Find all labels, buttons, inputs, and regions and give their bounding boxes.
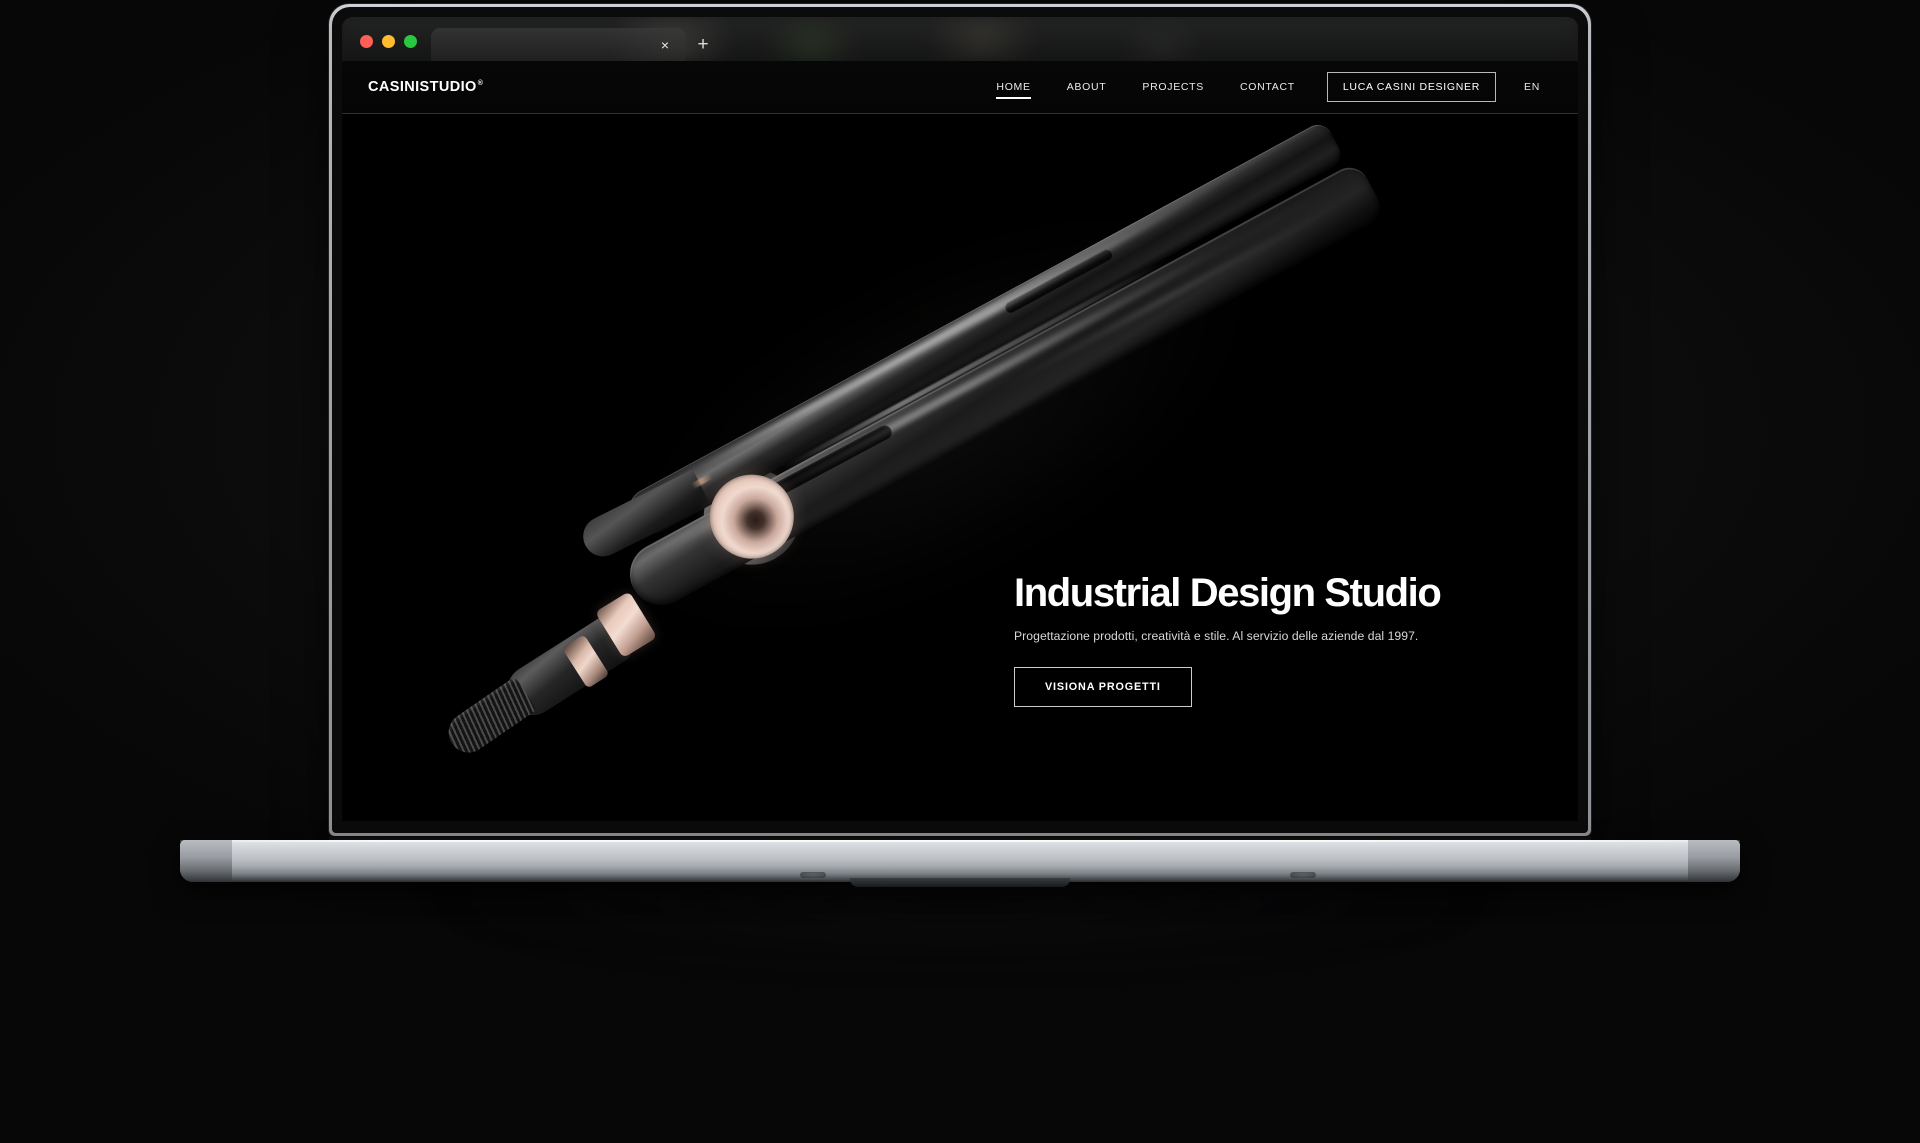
scene: × + CASINISTUDIO ® HOME ABOUT PROJECTS C… bbox=[0, 0, 1920, 1143]
new-tab-icon[interactable]: + bbox=[686, 28, 720, 61]
site-logo-text: CASINISTUDIO bbox=[368, 79, 477, 95]
minimize-window-icon[interactable] bbox=[382, 35, 395, 48]
designer-cta-button[interactable]: LUCA CASINI DESIGNER bbox=[1326, 72, 1496, 102]
language-selector[interactable]: EN bbox=[1512, 81, 1554, 93]
view-projects-button[interactable]: VISIONA PROGETTI bbox=[1014, 666, 1192, 707]
laptop-bezel: × + CASINISTUDIO ® HOME ABOUT PROJECTS C… bbox=[332, 7, 1588, 833]
background-vignette bbox=[342, 61, 1578, 821]
laptop-front-lip bbox=[850, 878, 1070, 887]
nav-link-projects[interactable]: PROJECTS bbox=[1124, 81, 1222, 93]
registered-trademark-icon: ® bbox=[477, 80, 484, 87]
laptop-device: × + CASINISTUDIO ® HOME ABOUT PROJECTS C… bbox=[110, 0, 1810, 900]
laptop-base-right-end bbox=[1688, 840, 1740, 882]
site-navbar: CASINISTUDIO ® HOME ABOUT PROJECTS CONTA… bbox=[342, 61, 1578, 114]
laptop-lid: × + CASINISTUDIO ® HOME ABOUT PROJECTS C… bbox=[329, 4, 1591, 836]
close-tab-icon[interactable]: × bbox=[656, 36, 674, 54]
nav-link-contact[interactable]: CONTACT bbox=[1222, 81, 1313, 93]
nav-link-about[interactable]: ABOUT bbox=[1049, 81, 1125, 93]
laptop-base-left-end bbox=[180, 840, 232, 882]
maximize-window-icon[interactable] bbox=[404, 35, 417, 48]
window-controls[interactable] bbox=[342, 35, 431, 61]
laptop-screen: × + CASINISTUDIO ® HOME ABOUT PROJECTS C… bbox=[342, 17, 1578, 821]
hero-headline: Industrial Design Studio bbox=[1014, 571, 1442, 615]
hero-subhead: Progettazione prodotti, creatività e sti… bbox=[1014, 628, 1419, 643]
site-logo[interactable]: CASINISTUDIO ® bbox=[368, 79, 483, 95]
browser-tab[interactable]: × bbox=[431, 28, 686, 61]
website-viewport: CASINISTUDIO ® HOME ABOUT PROJECTS CONTA… bbox=[342, 61, 1578, 821]
browser-chrome: × + bbox=[342, 17, 1578, 61]
laptop-foot bbox=[1290, 872, 1316, 878]
navbar-links: HOME ABOUT PROJECTS CONTACT LUCA CASINI … bbox=[978, 72, 1554, 102]
hero-content: Industrial Design Studio Progettazione p… bbox=[1014, 571, 1484, 707]
close-window-icon[interactable] bbox=[360, 35, 373, 48]
nav-link-home[interactable]: HOME bbox=[978, 81, 1048, 99]
laptop-base bbox=[180, 840, 1740, 882]
laptop-foot bbox=[800, 872, 826, 878]
